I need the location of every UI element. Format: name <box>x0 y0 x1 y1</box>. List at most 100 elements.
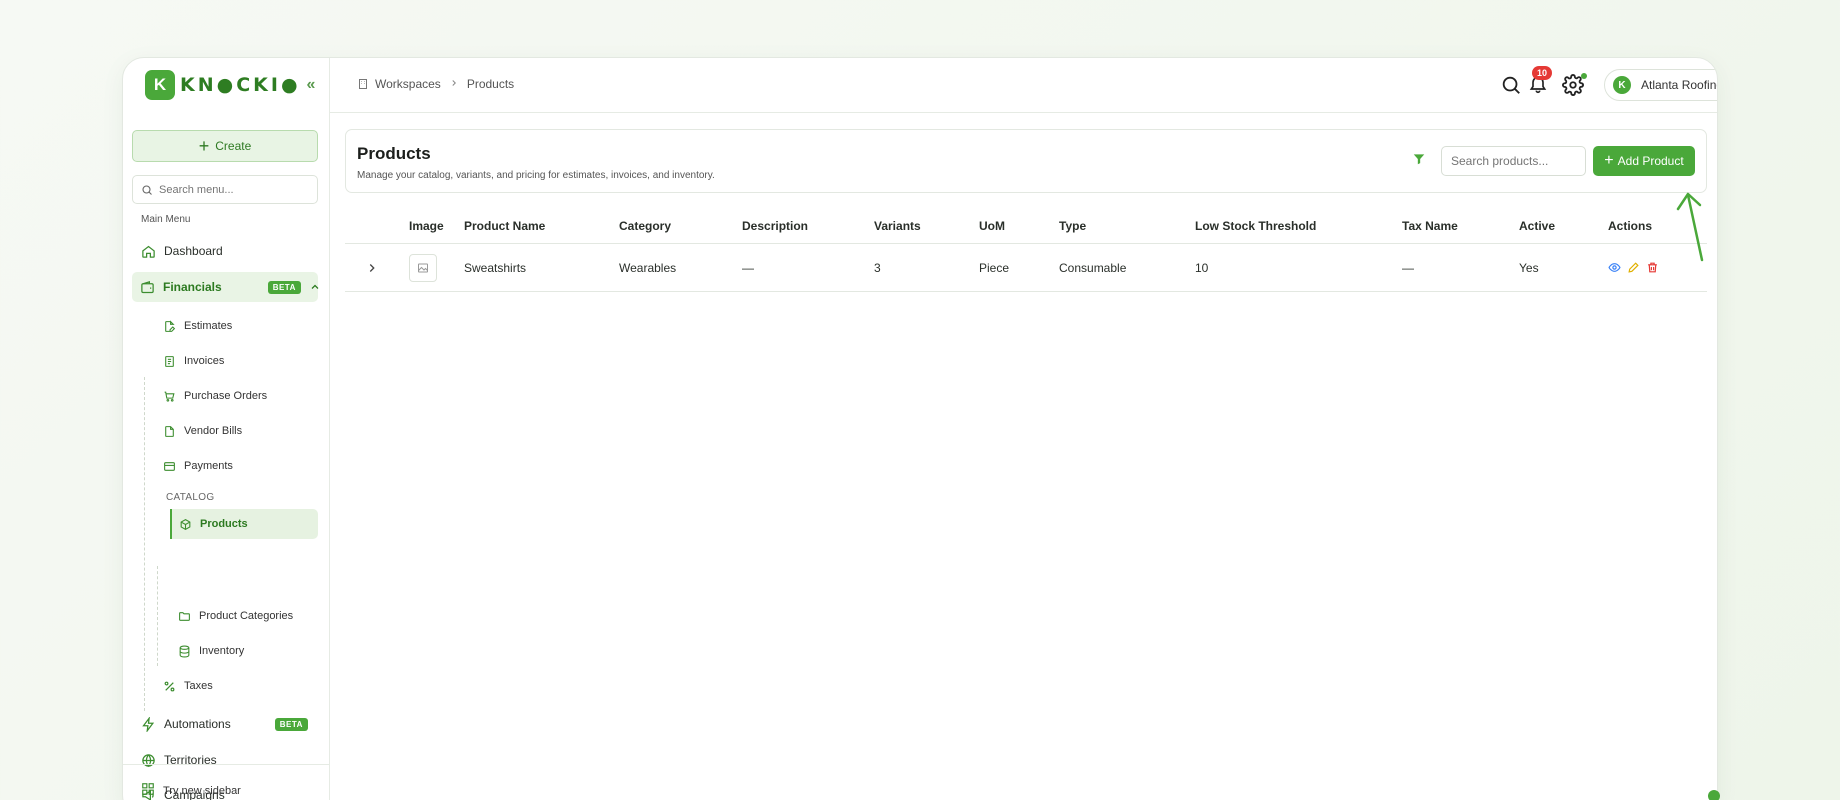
chevron-up-icon[interactable] <box>309 281 321 293</box>
wallet-icon <box>140 279 155 295</box>
box-icon <box>179 517 193 531</box>
col-product-name[interactable]: Product Name <box>464 208 545 243</box>
page-subtitle: Manage your catalog, variants, and prici… <box>357 170 715 181</box>
section-label: Main Menu <box>141 214 191 225</box>
cell-variants: 3 <box>874 260 881 275</box>
search-icon[interactable] <box>1500 74 1524 98</box>
col-image: Image <box>409 218 444 233</box>
tree-guide-catalog <box>157 566 158 666</box>
cell-category: Wearables <box>619 260 677 275</box>
app-window: K KN●CKI● « + Create Main Menu Dashboard… <box>122 57 1718 800</box>
logo-badge: K <box>145 70 175 100</box>
sidebar-item-territories[interactable]: Territories <box>132 745 318 775</box>
breadcrumb: Workspaces Products <box>357 77 514 91</box>
cell-type: Consumable <box>1059 260 1127 275</box>
cell-uom: Piece <box>979 260 1010 275</box>
collapse-sidebar-icon[interactable]: « <box>307 76 316 94</box>
annotation-arrow-icon <box>1676 192 1704 262</box>
receipt-icon <box>163 354 177 368</box>
sidebar-item-products[interactable]: Products <box>170 509 318 539</box>
search-products-input[interactable] <box>1441 146 1586 176</box>
col-type[interactable]: Type <box>1059 208 1086 243</box>
settings-button[interactable] <box>1562 73 1587 98</box>
col-category[interactable]: Category <box>619 208 671 243</box>
sidebar-item-label: Financials <box>163 280 222 294</box>
col-variants[interactable]: Variants <box>874 208 921 243</box>
corner-accent <box>1708 790 1720 800</box>
add-product-label: Add Product <box>1617 154 1684 168</box>
sidebar-item-vendor-bills[interactable]: Vendor Bills <box>163 417 242 445</box>
credit-card-icon <box>163 459 177 473</box>
sidebar-item-taxes[interactable]: Taxes <box>163 672 213 700</box>
sidebar-item-payments[interactable]: Payments <box>163 452 233 480</box>
cell-active: Yes <box>1519 260 1539 275</box>
create-button[interactable]: + Create <box>132 130 318 162</box>
building-icon <box>357 78 369 90</box>
sidebar-item-estimates[interactable]: Estimates <box>163 312 232 340</box>
sidebar-item-automations[interactable]: Automations BETA <box>132 709 318 739</box>
notifications-button[interactable]: 10 <box>1528 66 1552 98</box>
search-menu-box[interactable] <box>132 175 318 204</box>
row-actions <box>1608 244 1659 291</box>
sidebar-item-label: Dashboard <box>164 244 223 258</box>
sub-item-label: Invoices <box>184 355 225 367</box>
sub-item-label: Product Categories <box>199 610 294 622</box>
breadcrumb-workspaces[interactable]: Workspaces <box>375 77 441 91</box>
workspace-selector[interactable]: K Atlanta Roofing <box>1604 69 1718 101</box>
expand-row-icon[interactable] <box>365 244 379 291</box>
search-menu-input[interactable] <box>159 183 309 196</box>
col-active[interactable]: Active <box>1519 208 1555 243</box>
cell-product-name: Sweatshirts <box>464 260 527 275</box>
chevron-right-icon <box>449 77 459 91</box>
try-new-label: Try new sidebar <box>163 784 241 797</box>
sidebar-item-invoices[interactable]: Invoices <box>163 347 224 375</box>
add-product-button[interactable]: + Add Product <box>1593 146 1695 176</box>
sidebar-footer-divider <box>123 764 330 765</box>
product-image <box>409 244 437 291</box>
table-header: Image Product Name Category Description … <box>345 208 1707 244</box>
globe-icon <box>140 752 156 768</box>
sidebar-item-dashboard[interactable]: Dashboard <box>132 236 318 266</box>
sidebar-item-label: Automations <box>164 717 231 731</box>
try-new-sidebar-link[interactable]: Try new sidebar <box>141 782 241 799</box>
products-table: Image Product Name Category Description … <box>345 208 1707 292</box>
logo-text: KN●CKI● <box>180 74 301 96</box>
col-low-stock[interactable]: Low Stock Threshold <box>1195 208 1316 243</box>
eye-icon[interactable] <box>1608 261 1621 274</box>
sub-item-label: Taxes <box>184 680 213 692</box>
page-title: Products <box>357 144 431 163</box>
plus-icon: + <box>198 135 210 156</box>
sidebar-item-financials[interactable]: Financials BETA <box>132 272 321 302</box>
pencil-icon[interactable] <box>1627 261 1640 274</box>
sidebar-item-product-categories[interactable]: Product Categories <box>178 602 293 630</box>
workspace-logo: K <box>1613 76 1631 94</box>
image-placeholder-icon <box>409 253 437 282</box>
sub-item-label: Estimates <box>184 320 233 332</box>
search-icon <box>142 184 152 195</box>
table-row[interactable]: Sweatshirts Wearables — 3 Piece Consumab… <box>345 244 1707 292</box>
col-tax-name[interactable]: Tax Name <box>1402 208 1458 243</box>
col-uom[interactable]: UoM <box>979 208 1005 243</box>
sub-item-label: Products <box>200 518 248 530</box>
notification-count-badge: 10 <box>1532 66 1552 80</box>
cell-tax-name: — <box>1402 260 1414 275</box>
beta-badge: BETA <box>267 280 301 294</box>
status-dot <box>1581 73 1587 79</box>
cell-description: — <box>742 260 754 275</box>
logo[interactable]: K KN●CKI● « <box>145 69 315 101</box>
layout-grid-icon <box>141 782 155 799</box>
home-icon <box>140 243 156 259</box>
page-header-card: Products Manage your catalog, variants, … <box>345 129 1707 193</box>
col-description[interactable]: Description <box>742 208 808 243</box>
sub-item-label: Payments <box>184 460 233 472</box>
tree-guide <box>144 377 145 711</box>
lightning-icon <box>140 716 156 732</box>
cart-icon <box>163 389 177 403</box>
filter-icon[interactable] <box>1412 152 1426 171</box>
folder-icon <box>178 609 192 623</box>
top-header: Workspaces Products 10 K Atlanta Roofing… <box>330 58 1717 113</box>
sidebar-item-purchase-orders[interactable]: Purchase Orders <box>163 382 267 410</box>
sidebar-item-inventory[interactable]: Inventory <box>178 637 244 665</box>
workspace-name: Atlanta Roofing <box>1641 78 1718 92</box>
trash-icon[interactable] <box>1646 261 1659 274</box>
